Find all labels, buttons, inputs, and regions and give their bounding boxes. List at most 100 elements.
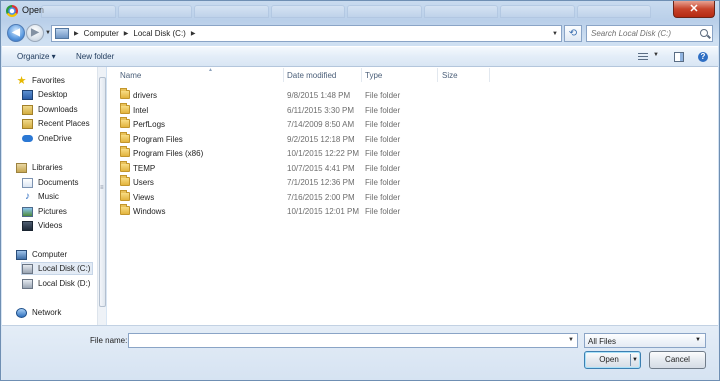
- sidebar-item-libraries[interactable]: Libraries: [16, 161, 108, 174]
- sidebar-item-label: Desktop: [38, 90, 68, 99]
- background-tab: [500, 5, 575, 18]
- file-name: Intel: [133, 106, 149, 115]
- scrollbar-thumb[interactable]: [99, 77, 106, 307]
- table-row[interactable]: PerfLogs 7/14/2009 8:50 AM File folder: [107, 117, 718, 131]
- chevron-right-icon[interactable]: ▶: [124, 30, 129, 37]
- folder-icon: [120, 132, 130, 143]
- navigation-pane: ★ Favorites Desktop Downloads Recent Pla…: [2, 67, 106, 325]
- network-icon: [16, 307, 27, 318]
- chevron-down-icon[interactable]: ▼: [552, 31, 558, 37]
- file-date: 10/1/2015 12:01 PM: [287, 207, 360, 216]
- column-divider[interactable]: [437, 68, 438, 82]
- sidebar-item-local-disk-c[interactable]: Local Disk (C:): [21, 262, 93, 275]
- sidebar-item-label: Favorites: [32, 76, 65, 85]
- column-divider[interactable]: [489, 68, 490, 82]
- sidebar-item-label: Libraries: [32, 163, 63, 172]
- file-name-field[interactable]: [129, 334, 559, 347]
- breadcrumb-computer[interactable]: Computer: [84, 29, 119, 38]
- sort-ascending-icon: ▲: [208, 67, 213, 73]
- sidebar-item-label: Pictures: [38, 207, 67, 216]
- file-type-value: All Files: [588, 337, 617, 346]
- file-list: ▲ Name Date modified Type Size drivers 9…: [107, 67, 718, 325]
- background-tab: [117, 5, 192, 18]
- chrome-icon: [6, 5, 18, 17]
- file-date: 10/1/2015 12:22 PM: [287, 149, 360, 158]
- table-row[interactable]: Windows 10/1/2015 12:01 PM File folder: [107, 204, 718, 218]
- sidebar-item-label: Recent Places: [38, 119, 90, 128]
- folder-icon: [120, 103, 130, 114]
- file-date: 9/2/2015 12:18 PM: [287, 135, 355, 144]
- background-tab: [194, 5, 269, 18]
- column-divider[interactable]: [361, 68, 362, 82]
- search-icon[interactable]: [700, 29, 708, 37]
- address-bar[interactable]: ▶ Computer ▶ Local Disk (C:) ▶ ▼: [51, 25, 562, 42]
- column-header-name[interactable]: ▲ Name: [120, 67, 213, 84]
- search-input[interactable]: [587, 26, 695, 41]
- file-name: Program Files (x86): [133, 149, 204, 158]
- sidebar-item-network[interactable]: Network: [16, 306, 108, 319]
- background-tab: [41, 5, 116, 18]
- organize-button[interactable]: Organize ▾: [17, 52, 56, 61]
- music-icon: ♪: [25, 190, 30, 202]
- refresh-button[interactable]: ⟲: [564, 25, 582, 42]
- table-row[interactable]: TEMP 10/7/2015 4:41 PM File folder: [107, 161, 718, 175]
- forward-button[interactable]: ▶: [26, 24, 44, 42]
- recent-places-icon: [22, 118, 33, 129]
- close-button[interactable]: ✕: [673, 1, 715, 18]
- new-folder-button[interactable]: New folder: [76, 52, 114, 61]
- background-tab: [347, 5, 422, 18]
- star-icon: ★: [16, 74, 27, 87]
- table-row[interactable]: Program Files 9/2/2015 12:18 PM File fol…: [107, 132, 718, 146]
- preview-pane-icon[interactable]: [674, 52, 684, 62]
- help-icon[interactable]: ?: [698, 52, 708, 62]
- column-header-label: Name: [120, 71, 142, 80]
- file-name: Users: [133, 178, 154, 187]
- sidebar-scrollbar[interactable]: ≡: [97, 67, 106, 325]
- column-divider[interactable]: [283, 68, 284, 82]
- desktop-icon: [22, 89, 33, 100]
- table-row[interactable]: Views 7/16/2015 2:00 PM File folder: [107, 190, 718, 204]
- chevron-right-icon[interactable]: ▶: [74, 30, 79, 37]
- chevron-right-icon[interactable]: ▶: [191, 30, 196, 37]
- column-header-date[interactable]: Date modified: [287, 68, 336, 84]
- breadcrumb-local-disk[interactable]: Local Disk (C:): [133, 29, 185, 38]
- search-box[interactable]: [586, 25, 713, 42]
- open-button[interactable]: Open ▼: [584, 351, 641, 369]
- chevron-down-icon[interactable]: ▼: [632, 352, 638, 368]
- file-name: PerfLogs: [133, 120, 166, 129]
- file-type: File folder: [365, 120, 401, 129]
- back-button[interactable]: ◀: [7, 24, 25, 42]
- file-type-select[interactable]: All Files ▼: [584, 333, 706, 348]
- background-tab: [270, 5, 345, 18]
- view-options-icon[interactable]: [638, 53, 648, 61]
- drive-icon: [22, 263, 33, 274]
- file-name: TEMP: [133, 164, 156, 173]
- chevron-down-icon[interactable]: ▼: [653, 52, 659, 58]
- cloud-icon: [22, 135, 33, 142]
- sidebar-item-label: Videos: [38, 221, 63, 230]
- background-tab: [576, 5, 651, 18]
- file-type: File folder: [365, 149, 401, 158]
- file-type: File folder: [365, 207, 401, 216]
- file-date: 7/14/2009 8:50 AM: [287, 120, 355, 129]
- table-row[interactable]: drivers 9/8/2015 1:48 PM File folder: [107, 88, 718, 102]
- file-name: drivers: [133, 91, 158, 100]
- file-name-combobox[interactable]: ▼: [128, 333, 578, 348]
- table-row[interactable]: Users 7/1/2015 12:36 PM File folder: [107, 175, 718, 189]
- chevron-down-icon[interactable]: ▼: [568, 337, 574, 343]
- file-date: 7/1/2015 12:36 PM: [287, 178, 355, 187]
- sidebar-item-favorites[interactable]: ★ Favorites: [16, 74, 108, 87]
- cancel-button[interactable]: Cancel: [649, 351, 706, 369]
- file-type: File folder: [365, 193, 401, 202]
- title-bar[interactable]: Open ✕: [1, 1, 719, 21]
- column-header-type[interactable]: Type: [365, 68, 382, 84]
- file-type: File folder: [365, 91, 401, 100]
- folder-icon: [120, 204, 130, 215]
- column-header-size[interactable]: Size: [442, 68, 458, 84]
- chevron-down-icon: ▼: [695, 337, 701, 343]
- table-row[interactable]: Program Files (x86) 10/1/2015 12:22 PM F…: [107, 146, 718, 160]
- computer-icon: [55, 28, 69, 39]
- table-row[interactable]: Intel 6/11/2015 3:30 PM File folder: [107, 103, 718, 117]
- sidebar-item-label: Downloads: [38, 105, 78, 114]
- sidebar-item-computer[interactable]: Computer: [16, 248, 108, 261]
